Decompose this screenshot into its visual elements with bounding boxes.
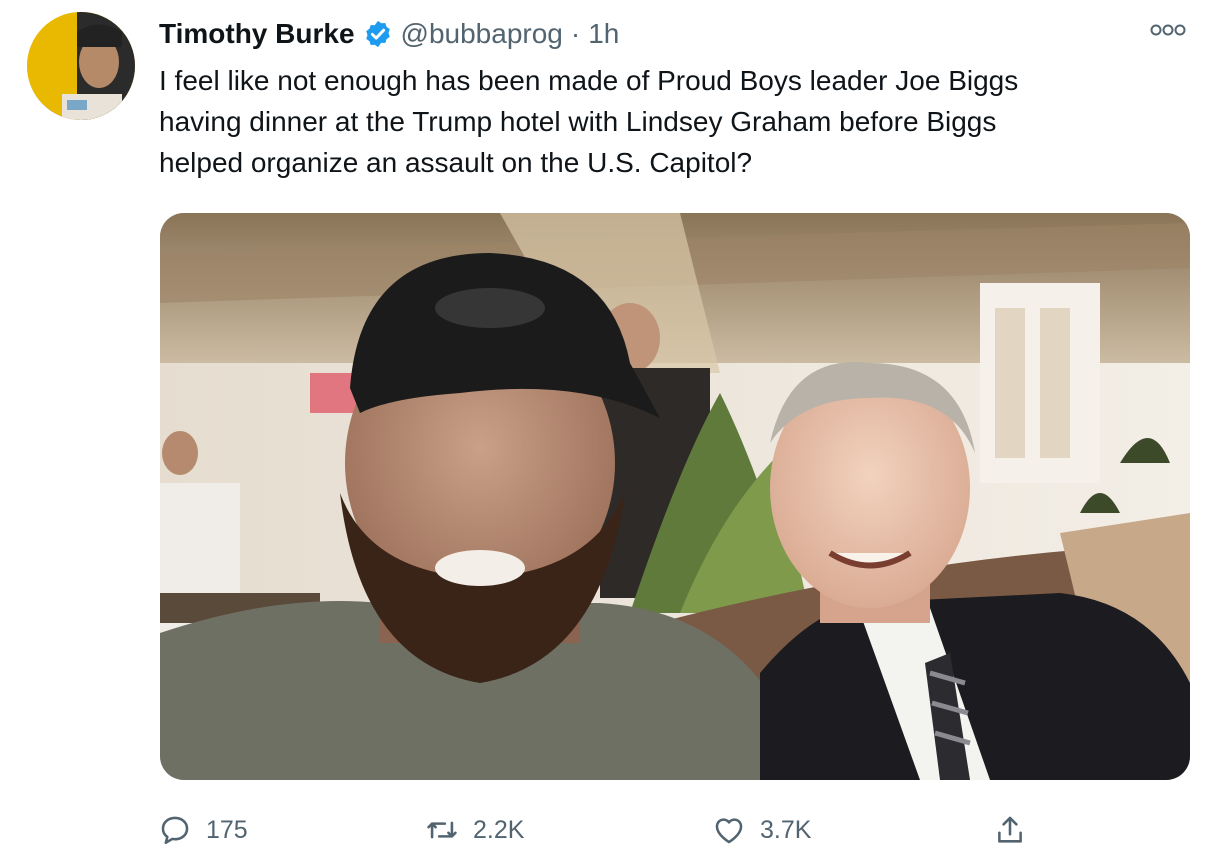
tweet-text-line: I feel like not enough has been made of … [159, 65, 1019, 96]
reply-button[interactable]: 175 [158, 805, 248, 855]
restaurant-selfie-image [160, 213, 1190, 780]
share-icon [998, 816, 1022, 843]
author-display-name[interactable]: Timothy Burke [159, 18, 355, 50]
avatar-image [27, 12, 135, 120]
tweet-actions-bar: 175 2.2K 3.7K [0, 805, 1219, 855]
like-count: 3.7K [760, 815, 812, 844]
retweet-count: 2.2K [473, 815, 525, 844]
tweet-header: Timothy Burke @bubbaprog · 1h [159, 14, 619, 54]
more-options-icon[interactable] [1148, 20, 1188, 40]
reply-count: 175 [206, 815, 248, 844]
tweet-card[interactable]: Timothy Burke @bubbaprog · 1h I feel lik… [0, 0, 1219, 867]
like-button[interactable]: 3.7K [712, 805, 811, 855]
verified-badge-icon [365, 20, 390, 48]
tweet-text-line: helped organize an assault on the U.S. C… [159, 147, 753, 178]
tweet-timestamp[interactable]: 1h [588, 18, 619, 50]
author-handle[interactable]: @bubbaprog [401, 18, 563, 50]
author-avatar[interactable] [27, 12, 135, 120]
tweet-text-line: having dinner at the Trump hotel with Li… [159, 106, 997, 137]
retweet-button[interactable]: 2.2K [425, 805, 524, 855]
retweet-icon [427, 821, 457, 839]
tweet-text: I feel like not enough has been made of … [159, 60, 1179, 183]
separator-dot: · [570, 18, 581, 49]
heart-icon [715, 818, 743, 844]
reply-icon [161, 816, 189, 845]
tweet-photo[interactable] [160, 213, 1190, 780]
share-button[interactable] [993, 805, 1027, 855]
